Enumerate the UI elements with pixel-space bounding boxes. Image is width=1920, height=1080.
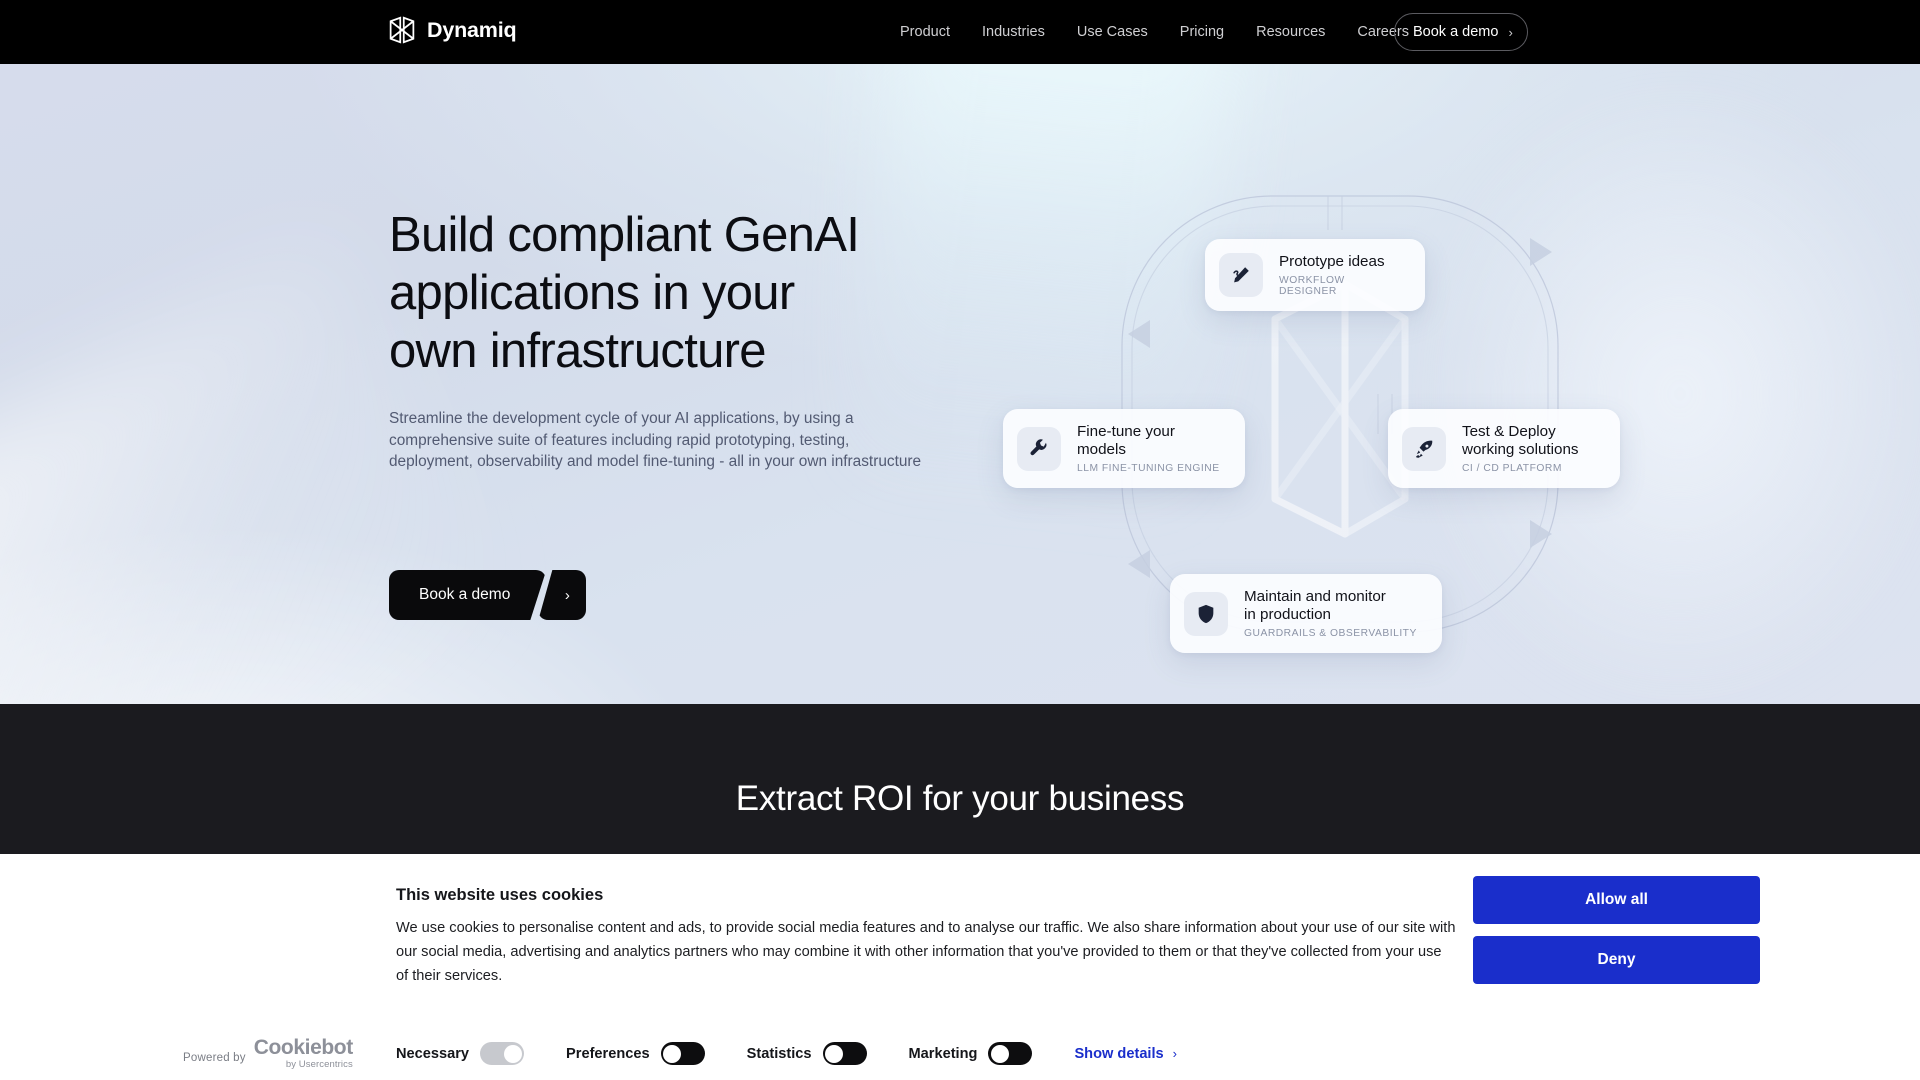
cookie-toggle-necessary: Necessary: [396, 1042, 525, 1065]
feature-card-fine-tune-models[interactable]: Fine-tune your models LLM FINE-TUNING EN…: [1003, 409, 1245, 488]
toggle-knob: [825, 1044, 844, 1063]
hero-book-a-demo-arrow-button[interactable]: ›: [538, 570, 587, 620]
nav-link-resources[interactable]: Resources: [1240, 0, 1341, 64]
cookie-category-toggles: Necessary Preferences Statistics Marketi…: [396, 1042, 1177, 1065]
show-details-label: Show details: [1074, 1045, 1164, 1062]
nav-book-a-demo-label: Book a demo: [1413, 24, 1499, 40]
statistics-toggle-switch[interactable]: [822, 1042, 867, 1065]
feature-card-maintain-and-monitor[interactable]: Maintain and monitor in production GUARD…: [1170, 574, 1442, 653]
cookie-toggle-preferences: Preferences: [566, 1042, 705, 1065]
feature-card-subtitle: CI / CD PLATFORM: [1462, 463, 1562, 474]
cookie-toggle-marketing: Marketing: [909, 1042, 1033, 1065]
wrench-icon: [1017, 426, 1061, 471]
feature-card-subtitle: LLM FINE-TUNING ENGINE: [1077, 463, 1220, 474]
toggle-knob: [663, 1044, 682, 1063]
chevron-right-icon: ›: [564, 586, 570, 604]
chevron-right-icon: ›: [1508, 24, 1513, 40]
cookie-toggle-label: Marketing: [908, 1045, 978, 1062]
feature-card-subtitle: WORKFLOW DESIGNER: [1279, 275, 1345, 297]
cookie-banner-controls-row: Powered by Cookiebot by Usercentrics Nec…: [0, 1012, 1920, 1072]
nav-book-a-demo-button[interactable]: Book a demo ›: [1394, 13, 1528, 51]
preferences-toggle-switch[interactable]: [660, 1042, 705, 1065]
cookie-toggle-statistics: Statistics: [747, 1042, 867, 1065]
landing-page: Dynamiq Product Industries Use Cases Pri…: [0, 0, 1920, 1080]
pencil-edit-icon: [1219, 253, 1263, 297]
hero-lifecycle-graphic: Prototype ideas WORKFLOW DESIGNER Fine-t…: [1003, 134, 1620, 694]
toggle-knob: [503, 1044, 522, 1063]
hero-section: Build compliant GenAI applications in yo…: [0, 64, 1920, 704]
feature-card-title: Test & Deploy working solutions: [1462, 423, 1579, 458]
cookie-banner-heading: This website uses cookies: [396, 886, 604, 904]
feature-card-text: Prototype ideas WORKFLOW DESIGNER: [1279, 253, 1403, 297]
hero-subtitle: Streamline the development cycle of your…: [389, 410, 922, 470]
powered-by-label: Powered by: [183, 1052, 246, 1064]
chevron-right-icon: ›: [1172, 1046, 1177, 1061]
toggle-knob: [990, 1044, 1009, 1063]
feature-card-title: Maintain and monitor in production: [1244, 588, 1386, 623]
cookie-toggle-label: Necessary: [396, 1045, 470, 1062]
cookiebot-logo[interactable]: Powered by Cookiebot by Usercentrics: [183, 1036, 353, 1070]
show-details-link[interactable]: Show details ›: [1074, 1046, 1177, 1062]
feature-card-text: Fine-tune your models LLM FINE-TUNING EN…: [1077, 423, 1220, 474]
cookiebot-brand-name: Cookiebot: [253, 1036, 353, 1059]
nav-link-pricing[interactable]: Pricing: [1164, 0, 1240, 64]
brand-logo-link[interactable]: Dynamiq: [388, 16, 517, 44]
feature-card-text: Test & Deploy working solutions CI / CD …: [1462, 423, 1579, 474]
marketing-toggle-switch[interactable]: [988, 1042, 1033, 1065]
cookie-banner-actions: Allow all Deny: [1473, 876, 1760, 984]
cookiebot-brand-by: by Usercentrics: [285, 1059, 353, 1070]
cookie-consent-banner: This website uses cookies We use cookies…: [0, 854, 1920, 1080]
hero-cta-group: Book a demo ›: [389, 570, 587, 620]
nav-link-industries[interactable]: Industries: [966, 0, 1061, 64]
nav-link-use-cases[interactable]: Use Cases: [1061, 0, 1164, 64]
nav-link-product[interactable]: Product: [884, 0, 966, 64]
feature-card-title: Prototype ideas: [1279, 253, 1385, 270]
roi-section-title: Extract ROI for your business: [735, 779, 1185, 818]
feature-card-title: Fine-tune your models: [1077, 423, 1175, 458]
rocket-icon: [1402, 426, 1446, 471]
cookie-toggle-label: Preferences: [566, 1045, 650, 1062]
cookie-banner-body-text: We use cookies to personalise content an…: [396, 920, 1456, 984]
feature-card-prototype-ideas[interactable]: Prototype ideas WORKFLOW DESIGNER: [1205, 239, 1425, 311]
allow-all-button[interactable]: Allow all: [1473, 876, 1760, 924]
cookie-toggle-label: Statistics: [746, 1045, 812, 1062]
necessary-toggle-switch: [480, 1042, 525, 1065]
feature-card-test-and-deploy[interactable]: Test & Deploy working solutions CI / CD …: [1388, 409, 1620, 488]
feature-card-subtitle: GUARDRAILS & OBSERVABILITY: [1244, 628, 1417, 639]
nav-links: Product Industries Use Cases Pricing Res…: [884, 0, 1425, 64]
top-navigation-bar: Dynamiq Product Industries Use Cases Pri…: [0, 0, 1920, 64]
hero-book-a-demo-button[interactable]: Book a demo: [389, 570, 546, 620]
shield-icon: [1184, 591, 1228, 636]
feature-card-text: Maintain and monitor in production GUARD…: [1244, 588, 1417, 639]
deny-button[interactable]: Deny: [1473, 936, 1760, 984]
hero-copy: Build compliant GenAI applications in yo…: [389, 206, 1009, 473]
brand-name: Dynamiq: [427, 18, 517, 42]
dynamiq-cube-logo-icon: [388, 16, 416, 44]
hero-title: Build compliant GenAI applications in yo…: [389, 208, 860, 378]
